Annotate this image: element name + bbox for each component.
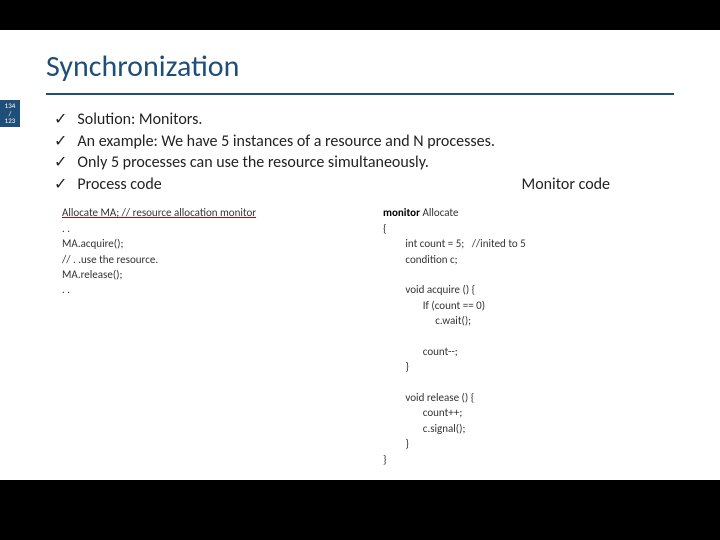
bullet-list: ✓ Solution: Monitors. ✓ An example: We h…	[0, 95, 720, 195]
page-number-badge: 134 / 123	[0, 100, 20, 127]
code-body: . . MA.acquire(); // . .use the resource…	[62, 222, 158, 297]
monitor-code-heading: Monitor code	[522, 174, 690, 196]
monitor-code-block: monitor Allocate { int count = 5; //init…	[383, 205, 684, 467]
code-line: Allocate MA; // resource allocation moni…	[62, 206, 256, 219]
list-item: ✓ Only 5 processes can use the resource …	[54, 152, 690, 174]
list-item: ✓ Process code Monitor code	[54, 174, 690, 196]
slide-title: Synchronization	[0, 30, 720, 91]
process-code-block: Allocate MA; // resource allocation moni…	[62, 205, 363, 467]
bullet-text: Solution: Monitors.	[77, 109, 202, 131]
check-icon: ✓	[54, 131, 67, 153]
check-icon: ✓	[54, 109, 67, 131]
code-keyword: monitor	[383, 206, 420, 219]
bullet-text: Only 5 processes can use the resource si…	[77, 152, 429, 174]
check-icon: ✓	[54, 152, 67, 174]
check-icon: ✓	[54, 174, 67, 196]
list-item: ✓ An example: We have 5 instances of a r…	[54, 131, 690, 153]
code-body: Allocate { int count = 5; //inited to 5 …	[383, 206, 526, 465]
bullet-text: An example: We have 5 instances of a res…	[77, 131, 494, 153]
slide: Synchronization 134 / 123 ✓ Solution: Mo…	[0, 30, 720, 480]
code-section: Allocate MA; // resource allocation moni…	[0, 195, 720, 467]
list-item: ✓ Solution: Monitors.	[54, 109, 690, 131]
process-code-heading: Process code	[77, 174, 161, 196]
